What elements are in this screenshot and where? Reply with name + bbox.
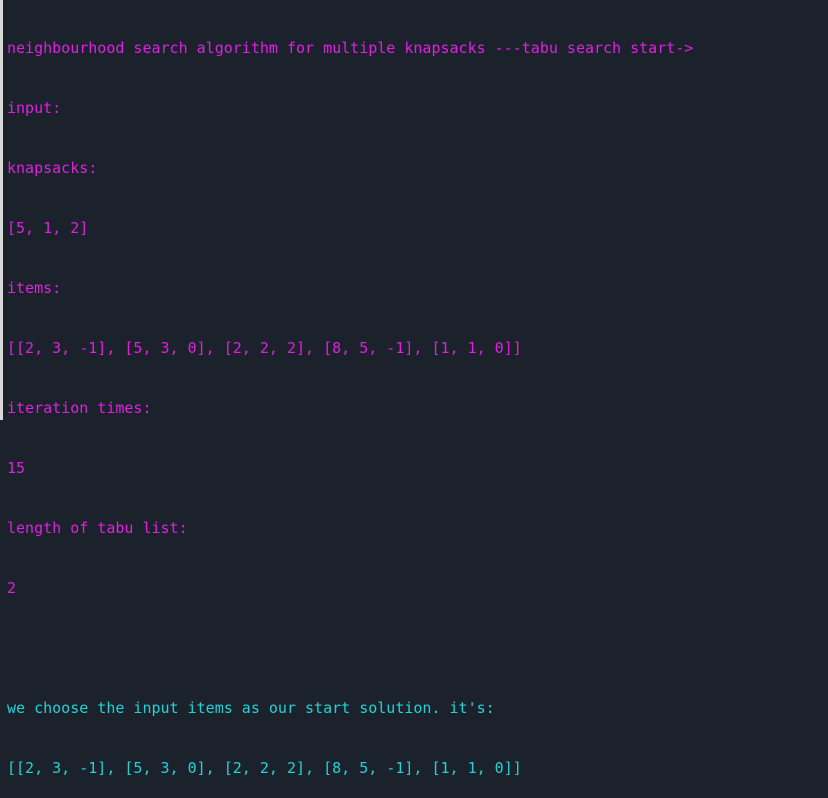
- header-line: neighbourhood search algorithm for multi…: [7, 39, 694, 57]
- items-label: items:: [7, 279, 62, 297]
- knapsacks-label: knapsacks:: [7, 159, 98, 177]
- start-solution-value: [[2, 3, -1], [5, 3, 0], [2, 2, 2], [8, 5…: [7, 759, 522, 777]
- tabu-length-label: length of tabu list:: [7, 519, 188, 537]
- start-solution-text: we choose the input items as our start s…: [7, 699, 495, 717]
- input-label: input:: [7, 99, 62, 117]
- window-left-border: [0, 0, 3, 420]
- iteration-value: 15: [7, 459, 26, 477]
- terminal-output[interactable]: neighbourhood search algorithm for multi…: [7, 0, 828, 777]
- terminal-window: { "theme": { "background": "#1b222c", "m…: [0, 0, 828, 777]
- iteration-label: iteration times:: [7, 399, 152, 417]
- knapsacks-value: [5, 1, 2]: [7, 219, 89, 237]
- items-value: [[2, 3, -1], [5, 3, 0], [2, 2, 2], [8, 5…: [7, 339, 522, 357]
- tabu-length-value: 2: [7, 579, 17, 597]
